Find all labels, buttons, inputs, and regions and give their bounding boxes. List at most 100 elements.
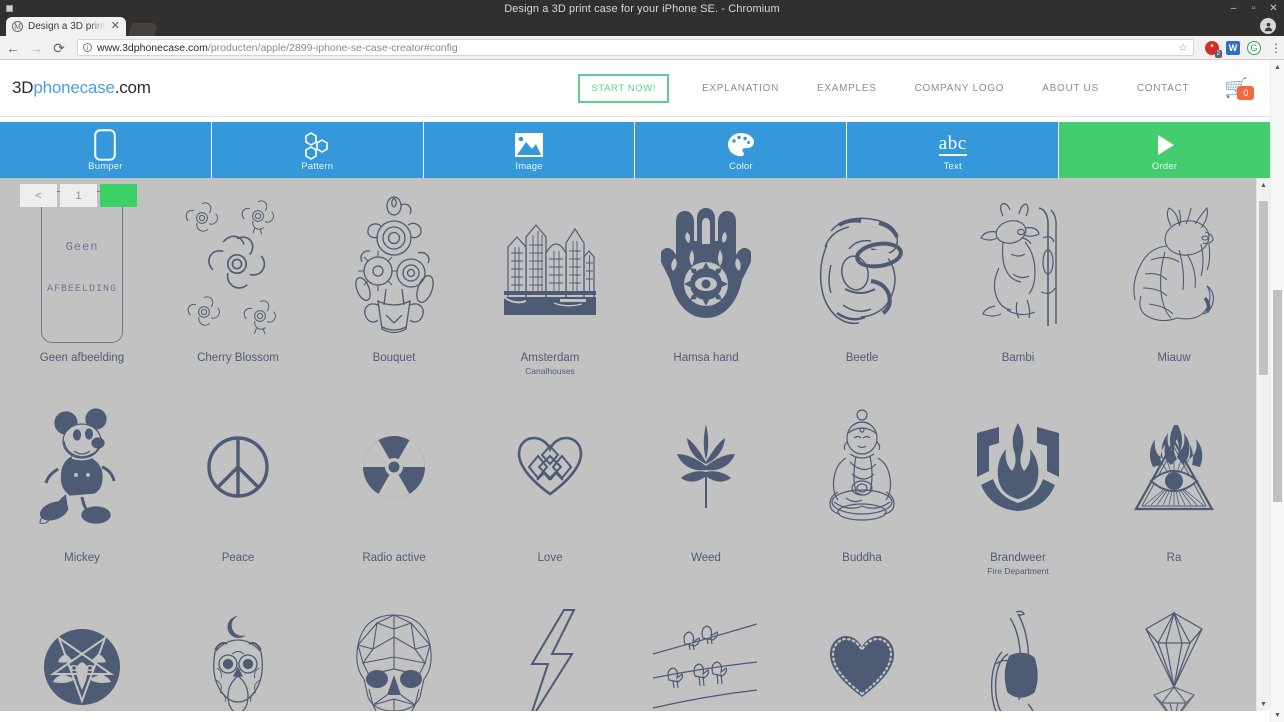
caption-main: Mickey [64,552,100,564]
step-pattern[interactable]: Pattern [211,122,424,178]
page-scrollbar[interactable]: ▲ ▼ [1270,60,1284,722]
forward-button[interactable]: → [29,41,43,55]
gallery-item-owl[interactable] [160,583,316,711]
page-scroll-down-arrow[interactable]: ▼ [1271,708,1284,722]
gallery-item-amsterdam[interactable]: Amsterdam Canalhouses [472,183,628,383]
back-button[interactable]: ← [6,41,20,55]
gallery-item-love[interactable]: Love [472,383,628,583]
maximize-button[interactable]: ▫ [1249,3,1258,14]
site-info-icon[interactable]: i [83,43,92,52]
gallery-item-buddha[interactable]: Buddha [784,383,940,583]
grammarly-extension-icon[interactable]: G [1247,40,1261,55]
gallery-item-caption: Weed [691,549,721,566]
wordpress-extension-icon[interactable]: W [1226,40,1240,55]
gallery-item-cherry-blossom[interactable]: Cherry Blossom [160,183,316,383]
play-arrow-icon [1153,131,1177,159]
gallery-scroll-up-arrow[interactable]: ▲ [1257,178,1270,192]
pagination-page-1[interactable]: 1 [60,184,97,207]
diamond-icon [1128,591,1220,711]
palette-icon [727,131,755,159]
gallery-item-mickey[interactable]: Mickey [4,383,160,583]
browser-tab[interactable]: M Design a 3D print c ✕ [6,17,126,36]
peace-sign-icon [206,391,270,543]
favicon-icon: M [12,21,23,32]
nav-item-explanation[interactable]: EXPLANATION [683,83,798,94]
caption-main: Brandweer [990,552,1046,564]
gallery-item-peace[interactable]: Peace [160,383,316,583]
pagination-next-button[interactable]: > [100,184,137,207]
gallery-item-beetle[interactable]: Beetle [784,183,940,383]
page-scroll-up-arrow[interactable]: ▲ [1271,60,1284,74]
gallery-item-skull[interactable] [316,583,472,711]
step-text[interactable]: abc Text [847,122,1060,178]
gallery-item-lightning[interactable] [472,583,628,711]
pagination-prev-button[interactable]: < [20,184,57,207]
tab-strip: M Design a 3D print c ✕ [0,17,1284,36]
gallery-scrollbar[interactable]: ▲ ▼ [1256,178,1270,711]
gallery-item-bambi[interactable]: Bambi [940,183,1096,383]
gallery-item-birds[interactable] [628,583,784,711]
gallery-item-caption: Hamsa hand [673,349,738,366]
cart-count-badge: 0 [1237,85,1255,100]
new-tab-button[interactable] [128,23,158,36]
step-label-order: Order [1151,160,1178,172]
gallery-item-miauw[interactable]: Miauw [1096,183,1252,383]
amsterdam-canalhouses-icon [502,191,598,343]
mickey-mouse-icon [36,391,128,543]
cherry-blossom-icon [180,191,296,343]
gallery-item-caption: Love [538,549,563,566]
step-image[interactable]: Image [423,122,636,178]
lightning-bolt-icon [522,591,578,711]
gallery-item-caption: Geen afbeelding [40,349,124,366]
minimize-button[interactable]: – [1229,3,1238,14]
url-text: www.3dphonecase.com/producten/apple/2899… [97,42,458,54]
nav-item-contact[interactable]: CONTACT [1118,83,1209,94]
start-now-button[interactable]: START NOW! [578,73,670,103]
gallery-item-baphomet[interactable] [4,583,160,711]
bookmark-star-icon[interactable]: ☆ [1178,41,1188,54]
profile-avatar-icon[interactable] [1260,18,1276,34]
sunglasses-icon [982,591,1054,711]
gallery-item-ra[interactable]: Ra [1096,383,1252,583]
step-label-image: Image [515,160,543,172]
eye-of-ra-icon [1131,391,1217,543]
step-bumper[interactable]: Bumper [0,122,212,178]
gallery-scrollbar-thumb[interactable] [1259,201,1268,375]
hamsa-hand-icon [661,191,751,343]
address-bar[interactable]: i www.3dphonecase.com/producten/apple/28… [77,39,1194,56]
gallery-item-geen-afbeelding[interactable]: Geen AFBEELDING Geen afbeelding [4,183,160,383]
gallery-item-diamond[interactable] [1096,583,1252,711]
gallery-item-weed[interactable]: Weed [628,383,784,583]
fire-department-logo-icon [975,391,1061,543]
lastpass-extension-icon[interactable]: * 2 [1205,40,1222,58]
gallery-scroll-down-arrow[interactable]: ▼ [1257,697,1270,711]
tab-title: Design a 3D print c [28,21,106,32]
gallery-item-sunglasses[interactable] [940,583,1096,711]
abc-icon: abc [938,132,967,156]
browser-toolbar: ← → ⟳ i www.3dphonecase.com/producten/ap… [0,36,1284,60]
reload-button[interactable]: ⟳ [52,41,66,55]
caption-main: Peace [221,552,255,564]
caption-main: Geen afbeelding [39,352,125,364]
cart-button[interactable]: 🛒 0 [1224,79,1255,100]
page-scrollbar-thumb[interactable] [1273,290,1282,502]
nav-item-company-logo[interactable]: COMPANY LOGO [896,83,1024,94]
step-color[interactable]: Color [635,122,848,178]
step-order[interactable]: Order [1059,122,1270,178]
lastpass-badge: 2 [1214,49,1222,58]
cat-icon [1121,191,1227,343]
close-window-button[interactable]: ✕ [1269,3,1278,14]
beetle-car-icon [809,191,915,343]
gallery-item-bouquet[interactable]: Bouquet [316,183,472,383]
buddha-icon [816,391,908,543]
site-logo[interactable]: 3Dphonecase.com [12,78,151,98]
close-tab-icon[interactable]: ✕ [111,21,120,32]
gallery-item-brandweer[interactable]: Brandweer Fire Department [940,383,1096,583]
nav-item-examples[interactable]: EXAMPLES [798,83,896,94]
nav-item-about-us[interactable]: ABOUT US [1023,83,1118,94]
gallery-item-caption: Bambi [1002,349,1035,366]
gallery-item-heart[interactable] [784,583,940,711]
gallery-item-radio-active[interactable]: Radio active [316,383,472,583]
browser-menu-icon[interactable]: ⋮ [1270,42,1282,54]
gallery-item-hamsa-hand[interactable]: Hamsa hand [628,183,784,383]
